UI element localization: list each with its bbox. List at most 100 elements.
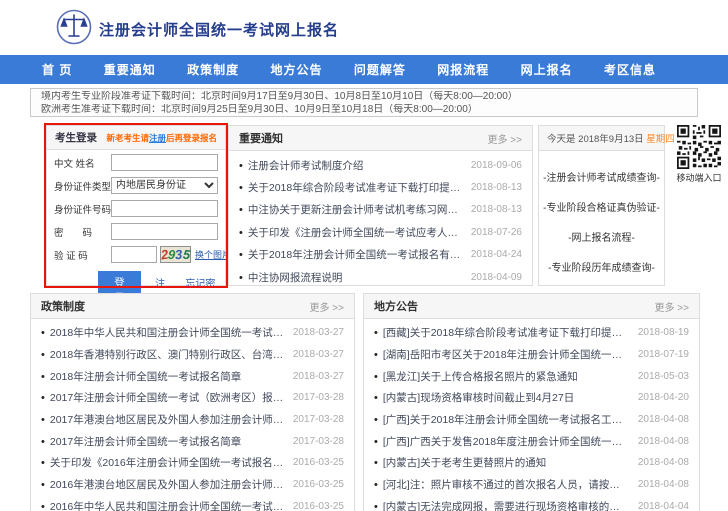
announcement-link[interactable]: [内蒙古]无法完成网报，需要进行现场资格审核的具体通知: [374, 499, 630, 511]
id-type-label: 身份证件类型: [54, 179, 111, 193]
notice-link[interactable]: 关于2018年注册会计师全国统一考试报名有关事项的提示: [239, 247, 463, 262]
policy-link[interactable]: 2018年香港特别行政区、澳门特别行政区、台湾地区居民及...: [41, 347, 285, 362]
important-notices-list: 注册会计师考试制度介绍 2018-09-06 关于2018年综合阶段考试准考证下…: [229, 151, 532, 288]
nav-item[interactable]: 重要通知: [104, 61, 156, 78]
announcement-list-item: [河北]注：照片审核不通过的首次报名人员，请按要求重新上... 2018-04-…: [374, 474, 689, 496]
policy-link[interactable]: 2018年中华人民共和国注册会计师全国统一考试（欧洲考区...: [41, 325, 285, 340]
notice-link[interactable]: 关于2018年综合阶段考试准考证下载打印提醒的通告: [239, 180, 463, 195]
policy-list-item: 关于印发《2016年注册会计师全国统一考试报名简章》的通... 2016-03-…: [41, 452, 344, 474]
announcement-link[interactable]: [广西]关于2018年注册会计师全国统一考试报名工作有关...: [374, 412, 630, 427]
captcha-image[interactable]: 2935: [160, 246, 191, 263]
local-announcements-header: 地方公告 更多 >>: [364, 294, 699, 319]
announcement-date: 2018-04-08: [638, 479, 689, 490]
notice-list-item: 中注协网报流程说明 2018-04-09: [239, 266, 522, 288]
policy-link[interactable]: 2017年注册会计师全国统一考试（欧洲考区）报名简章: [41, 390, 285, 405]
policy-link[interactable]: 2016年港澳台地区居民及外国人参加注册会计师全国统一考...: [41, 477, 285, 492]
nav-item[interactable]: 网报流程: [437, 61, 489, 78]
id-number-label: 身份证件号码: [54, 202, 111, 216]
announcement-link[interactable]: [河北]注：照片审核不通过的首次报名人员，请按要求重新上...: [374, 477, 630, 492]
notice-date: 2018-07-26: [471, 227, 522, 238]
notice-list-item: 关于印发《注册会计师全国统一考试应考人员考场守则》的通知 2018-07-26: [239, 221, 522, 243]
nav-item[interactable]: 政策制度: [187, 61, 239, 78]
policy-date: 2018-03-27: [293, 327, 344, 338]
policy-list-item: 2017年港澳台地区居民及外国人参加注册会计师全国统一考... 2017-03-…: [41, 409, 344, 431]
announcement-date: 2018-04-08: [638, 414, 689, 425]
policy-list-item: 2018年香港特别行政区、澳门特别行政区、台湾地区居民及... 2018-03-…: [41, 344, 344, 366]
policy-link[interactable]: 2017年港澳台地区居民及外国人参加注册会计师全国统一考...: [41, 412, 285, 427]
announcement-list-item: [湖南]岳阳市考区关于2018年注册会计师全国统一考试专... 2018-07-…: [374, 344, 689, 366]
local-announcements-title: 地方公告: [374, 298, 418, 314]
announcement-link[interactable]: [西藏]关于2018年综合阶段考试准考证下载打印提醒的通...: [374, 325, 630, 340]
important-notices-more-link[interactable]: 更多 >>: [488, 131, 522, 146]
nav-item[interactable]: 问题解答: [354, 61, 406, 78]
captcha-refresh-link[interactable]: 换个图片: [195, 248, 231, 261]
quick-link[interactable]: -专业阶段合格证真伪验证-: [543, 199, 660, 214]
announcement-link[interactable]: [内蒙古]关于老考生更替照片的通知: [374, 455, 630, 470]
notice-link[interactable]: 关于印发《注册会计师全国统一考试应考人员考场守则》的通知: [239, 225, 463, 240]
policy-link[interactable]: 2018年注册会计师全国统一考试报名简章: [41, 369, 285, 384]
notice-link[interactable]: 注册会计师考试制度介绍: [239, 158, 463, 173]
local-announcements-list: [西藏]关于2018年综合阶段考试准考证下载打印提醒的通... 2018-08-…: [364, 319, 699, 511]
policy-date: 2017-03-28: [293, 436, 344, 447]
important-notices-title: 重要通知: [239, 130, 283, 146]
announcement-date: 2018-04-04: [638, 501, 689, 511]
policy-link[interactable]: 关于印发《2016年注册会计师全国统一考试报名简章》的通...: [41, 455, 285, 470]
notice-link[interactable]: 中注协网报流程说明: [239, 270, 463, 285]
name-input[interactable]: [111, 154, 218, 171]
policies-panel: 政策制度 更多 >> 2018年中华人民共和国注册会计师全国统一考试（欧洲考区.…: [30, 293, 355, 511]
password-input[interactable]: [111, 223, 218, 240]
announcement-list-item: [内蒙古]无法完成网报，需要进行现场资格审核的具体通知 2018-04-04: [374, 496, 689, 511]
announcement-link[interactable]: [内蒙古]现场资格审核时间截止到4月27日: [374, 390, 630, 405]
nav-item[interactable]: 网上报名: [521, 61, 573, 78]
policy-date: 2017-03-28: [293, 414, 344, 425]
announcement-list-item: [内蒙古]关于老考生更替照片的通知 2018-04-08: [374, 452, 689, 474]
today-panel: 今天是 2018年9月13日 星期四 -注册会计师考试成绩查询--专业阶段合格证…: [538, 125, 665, 286]
quick-link[interactable]: -专业阶段历年成绩查询-: [548, 259, 655, 274]
cicpa-logo-icon: [56, 9, 92, 45]
captcha-input[interactable]: [111, 246, 157, 263]
weekday-text: 星期四: [646, 134, 675, 145]
announcement-date: 2018-04-20: [638, 392, 689, 403]
policy-date: 2017-03-28: [293, 392, 344, 403]
announcement-list-item: [广西]广西关于发售2018年度注册会计师全国统一考试辅... 2018-04-…: [374, 430, 689, 452]
notice-list-item: 关于2018年注册会计师全国统一考试报名有关事项的提示 2018-04-24: [239, 244, 522, 266]
notice-date: 2018-08-13: [471, 182, 522, 193]
id-type-select[interactable]: 内地居民身份证: [111, 177, 218, 194]
quick-link[interactable]: -注册会计师考试成绩查询-: [543, 169, 660, 184]
announcement-link[interactable]: [广西]广西关于发售2018年度注册会计师全国统一考试辅...: [374, 434, 630, 449]
policy-link[interactable]: 2017年注册会计师全国统一考试报名简章: [41, 434, 285, 449]
policy-date: 2018-03-27: [293, 349, 344, 360]
announcement-link[interactable]: [湖南]岳阳市考区关于2018年注册会计师全国统一考试专...: [374, 347, 630, 362]
announcement-list-item: [黑龙江]关于上传合格报名照片的紧急通知 2018-05-03: [374, 365, 689, 387]
notice-date: 2018-08-13: [471, 204, 522, 215]
policies-list: 2018年中华人民共和国注册会计师全国统一考试（欧洲考区... 2018-03-…: [31, 319, 354, 511]
name-label: 中文 姓名: [54, 156, 111, 170]
cpa-exam-registration-page: 注册会计师全国统一考试网上报名 首 页重要通知政策制度地方公告问题解答网报流程网…: [0, 0, 728, 511]
mobile-entrance-caption: 移动端入口: [676, 171, 722, 184]
mobile-entrance-block: 移动端入口: [676, 125, 722, 184]
id-number-input[interactable]: [111, 200, 218, 217]
local-announcements-more-link[interactable]: 更多 >>: [655, 299, 689, 314]
nav-item[interactable]: 考区信息: [604, 61, 656, 78]
login-title: 考生登录: [55, 130, 97, 145]
nav-item[interactable]: 首 页: [42, 61, 72, 78]
policies-more-link[interactable]: 更多 >>: [310, 299, 344, 314]
announcement-link[interactable]: [黑龙江]关于上传合格报名照片的紧急通知: [374, 369, 630, 384]
nav-item[interactable]: 地方公告: [270, 61, 322, 78]
announcement-list-item: [西藏]关于2018年综合阶段考试准考证下载打印提醒的通... 2018-08-…: [374, 322, 689, 344]
policy-list-item: 2018年中华人民共和国注册会计师全国统一考试（欧洲考区... 2018-03-…: [41, 322, 344, 344]
quick-links-list: -注册会计师考试成绩查询- -专业阶段合格证真伪验证- -网上报名流程- -专业阶段历…: [539, 151, 664, 289]
notice-list-item: 关于2018年综合阶段考试准考证下载打印提醒的通告 2018-08-13: [239, 176, 522, 198]
qr-code-icon: [677, 125, 721, 169]
notice-list-item: 注册会计师考试制度介绍 2018-09-06: [239, 154, 522, 176]
notice-line-1: 境内考生专业阶段准考证下载时间：北京时间9月17日至9月30日、10月8日至10…: [41, 91, 687, 104]
register-link-inline[interactable]: 注册: [149, 133, 166, 143]
quick-link[interactable]: -网上报名流程-: [568, 229, 635, 244]
login-panel: 考生登录 新老考生请注册后再登录报名 中文 姓名 身份证件类型 内地居民身份证 …: [46, 125, 226, 286]
ticket-download-notice: 境内考生专业阶段准考证下载时间：北京时间9月17日至9月30日、10月8日至10…: [30, 88, 698, 117]
notice-link[interactable]: 中注协关于更新注册会计师考试机考练习网站的公告: [239, 202, 463, 217]
captcha-label: 验 证 码: [54, 248, 111, 262]
policy-link[interactable]: 2016年中华人民共和国注册会计师全国统一考试（欧洲考区...: [41, 499, 285, 511]
notice-line-2: 欧洲考生准考证下载时间：北京时间9月25日至9月30日、10月9日至10月18日…: [41, 104, 687, 117]
login-subtitle: 新老考生请注册后再登录报名: [106, 132, 217, 144]
